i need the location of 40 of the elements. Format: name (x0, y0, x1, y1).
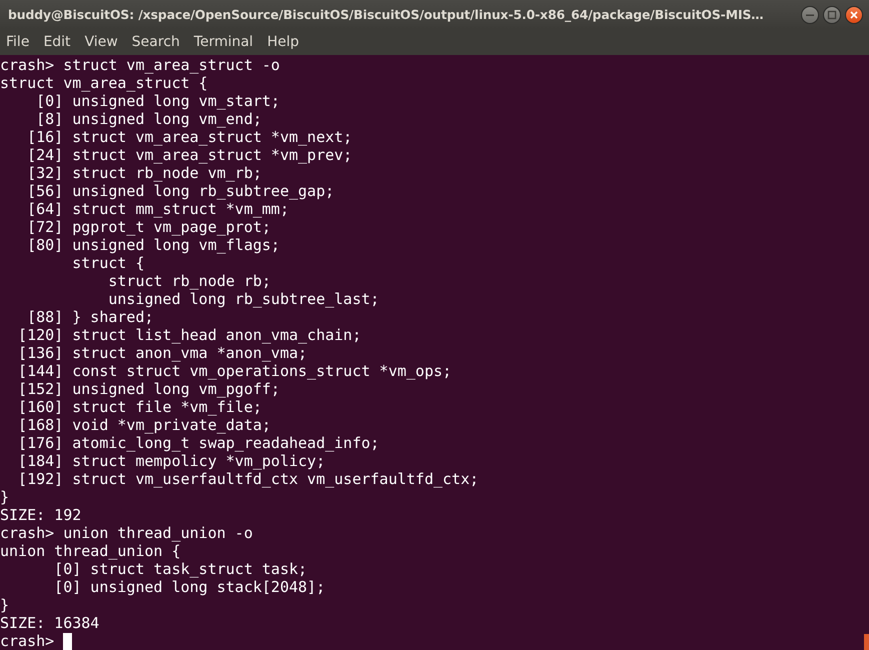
terminal-line: [72] pgprot_t vm_page_prot; (26, 218, 271, 236)
menu-item[interactable]: Help (267, 34, 299, 50)
terminal-line: } (0, 596, 10, 614)
terminal-line: struct rb_node rb; (107, 272, 271, 290)
terminal-line: [144] const struct vm_operations_struct *vm_ops; (17, 362, 452, 380)
terminal-line: [192] struct vm_userfaultfd_ctx vm_userfaultfd_ctx; (17, 470, 479, 488)
terminal-line: [160] struct file *vm_file; (17, 398, 262, 416)
terminal-line: [0] struct task_struct task; (53, 560, 308, 578)
terminal-line: [8] unsigned long vm_end; (35, 110, 262, 128)
menu-item[interactable]: Edit (43, 34, 71, 50)
terminal-line: struct { (71, 254, 144, 272)
terminal-line: struct vm_area_struct { (0, 74, 208, 92)
window-title: buddy@BiscuitOS: /xspace/OpenSource/BiscuitOS/BiscuitOS/output/linux-5.0-x86_64/package/BiscuitOS-MIS… (8, 7, 764, 22)
terminal-line: [56] unsigned long rb_subtree_gap; (26, 182, 334, 200)
terminal-line: SIZE: 16384 (0, 614, 100, 632)
terminal-line: [88] } shared; (26, 308, 154, 326)
menu-item[interactable]: View (84, 34, 118, 50)
menu-item[interactable]: Search (132, 34, 180, 50)
terminal-line: [16] struct vm_area_struct *vm_next; (26, 128, 352, 146)
terminal-line: [80] unsigned long vm_flags; (26, 236, 280, 254)
terminal-line: [176] atomic_long_t swap_readahead_info; (17, 434, 380, 452)
terminal-line: [152] unsigned long vm_pgoff; (17, 380, 280, 398)
terminal-line: [184] struct mempolicy *vm_policy; (17, 452, 326, 470)
terminal-line: [168] void *vm_private_data; (17, 416, 271, 434)
terminal-line: [0] unsigned long vm_start; (35, 92, 280, 110)
terminal-line: [64] struct mm_struct *vm_mm; (26, 200, 289, 218)
terminal-line: unsigned long rb_subtree_last; (107, 290, 380, 308)
terminal-line: crash> struct vm_area_struct -o (0, 56, 280, 74)
menu-item[interactable]: Terminal (194, 34, 254, 50)
terminal-line: [136] struct anon_vma *anon_vma; (17, 344, 308, 362)
terminal-line: [32] struct rb_node vm_rb; (26, 164, 262, 182)
terminal-line: [120] struct list_head anon_vma_chain; (17, 326, 362, 344)
terminal-line: SIZE: 192 (0, 506, 82, 524)
terminal-line: [24] struct vm_area_struct *vm_prev; (26, 146, 352, 164)
terminal-line: union thread_union { (0, 542, 181, 560)
terminal-line: crash> union thread_union -o (0, 524, 253, 542)
menu-item[interactable]: File (6, 34, 30, 50)
terminal-line: } (0, 488, 10, 506)
terminal-line: [0] unsigned long stack[2048]; (53, 578, 326, 596)
terminal-prompt: crash> (0, 632, 54, 650)
